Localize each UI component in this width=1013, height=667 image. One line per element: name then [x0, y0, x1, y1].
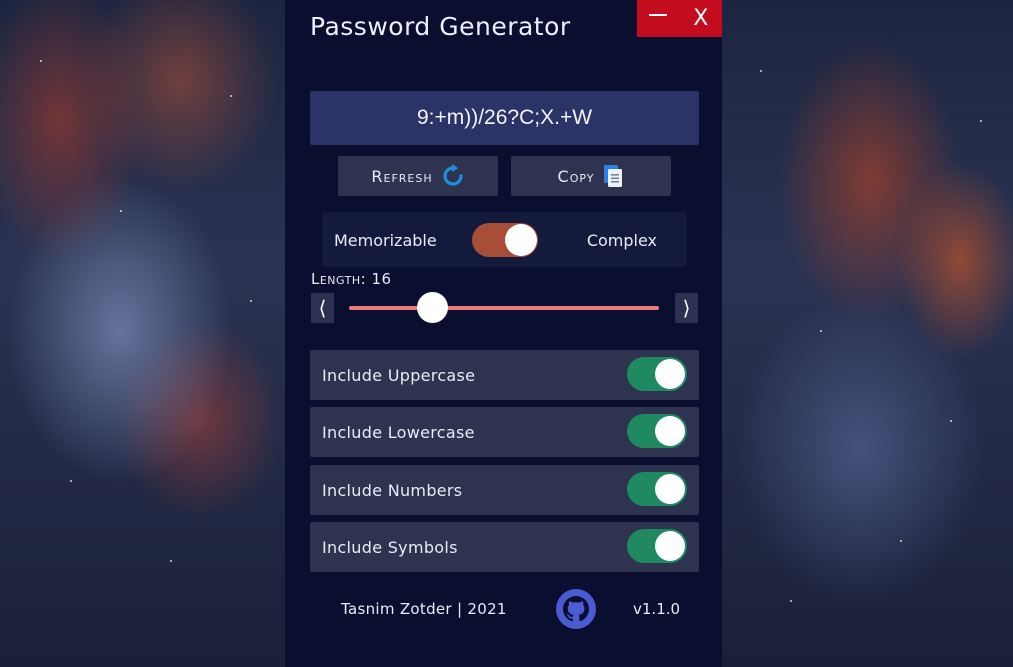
increase-length-button[interactable]: ⟩	[675, 293, 698, 323]
minimize-button[interactable]	[637, 0, 680, 37]
length-slider-track[interactable]	[349, 306, 659, 310]
option-label: Include Numbers	[322, 481, 463, 500]
minimize-icon	[649, 13, 668, 16]
copy-icon	[602, 164, 624, 188]
password-display[interactable]: 9:+m))/26?C;X.+W	[310, 91, 699, 145]
lowercase-toggle[interactable]	[627, 414, 687, 448]
author-credit: Tasnim Zotder | 2021	[341, 600, 507, 618]
mode-selector: Memorizable Complex	[322, 212, 687, 267]
option-lowercase: Include Lowercase	[310, 407, 699, 457]
length-label: Length: 16	[311, 270, 392, 288]
github-icon[interactable]	[555, 588, 597, 630]
mode-toggle[interactable]	[472, 223, 538, 257]
close-icon: X	[693, 6, 709, 31]
version-label: v1.1.0	[633, 600, 681, 618]
copy-button[interactable]: Copy	[511, 156, 671, 196]
toggle-knob	[655, 531, 685, 561]
toggle-knob	[655, 416, 685, 446]
close-button[interactable]: X	[680, 0, 723, 37]
memorizable-label: Memorizable	[334, 231, 437, 250]
length-slider-thumb[interactable]	[417, 292, 449, 323]
refresh-button-label: Refresh	[371, 166, 433, 186]
chevron-left-icon: ⟨	[318, 296, 327, 320]
app-title: Password Generator	[310, 12, 571, 41]
refresh-icon	[441, 164, 465, 188]
option-label: Include Lowercase	[322, 423, 475, 442]
option-symbols: Include Symbols	[310, 522, 699, 572]
numbers-toggle[interactable]	[627, 472, 687, 506]
option-uppercase: Include Uppercase	[310, 350, 699, 400]
toggle-knob	[655, 359, 685, 389]
window-controls: X	[637, 0, 722, 37]
refresh-button[interactable]: Refresh	[338, 156, 498, 196]
uppercase-toggle[interactable]	[627, 357, 687, 391]
decrease-length-button[interactable]: ⟨	[311, 293, 334, 323]
complex-label: Complex	[586, 231, 657, 250]
password-generator-window: Password Generator X 9:+m))/26?C;X.+W Re…	[285, 0, 722, 667]
option-numbers: Include Numbers	[310, 465, 699, 515]
option-label: Include Uppercase	[322, 366, 476, 385]
mode-toggle-knob	[505, 224, 537, 256]
copy-button-label: Copy	[557, 166, 595, 186]
toggle-knob	[655, 474, 685, 504]
chevron-right-icon: ⟩	[682, 296, 691, 320]
option-label: Include Symbols	[322, 538, 458, 557]
symbols-toggle[interactable]	[627, 529, 687, 563]
